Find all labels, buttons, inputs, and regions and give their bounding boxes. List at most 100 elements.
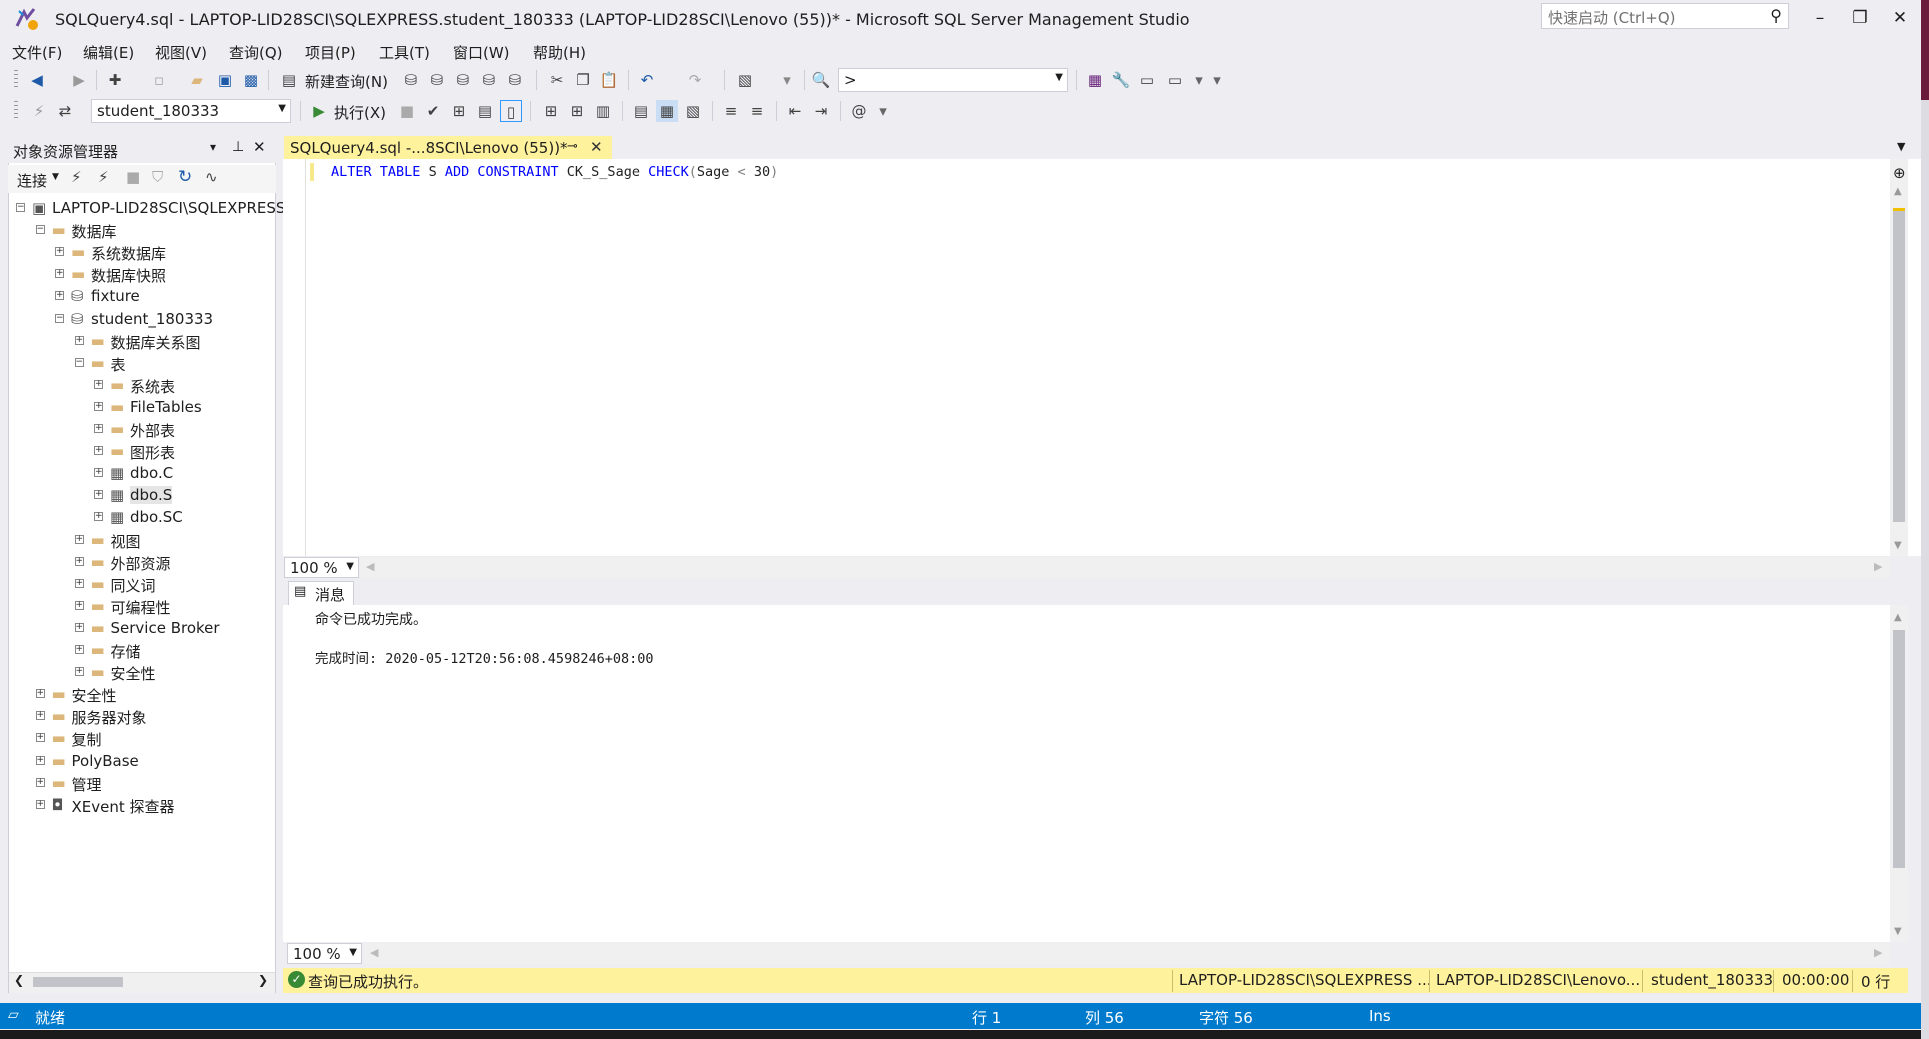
connect-plug-icon[interactable]: ⚡	[28, 100, 50, 122]
expand-icon[interactable]: +	[74, 600, 84, 610]
forward-icon[interactable]: ▶	[68, 69, 90, 91]
collapse-icon[interactable]: −	[55, 313, 64, 323]
expand-icon[interactable]: +	[74, 335, 84, 345]
cancel-query-icon[interactable]: ■	[396, 100, 418, 122]
filter-icon[interactable]: ⛉	[152, 168, 163, 186]
expand-icon[interactable]: +	[94, 379, 103, 389]
sql-editor[interactable]	[283, 159, 1921, 556]
connect-button[interactable]: 连接	[17, 170, 47, 191]
expand-icon[interactable]: +	[35, 711, 45, 721]
expand-icon[interactable]: +	[74, 622, 84, 632]
new-query-icon[interactable]: ▤	[278, 69, 300, 91]
tab-list-chevron-icon[interactable]: ▼	[1897, 140, 1905, 153]
undo-icon[interactable]: ↶	[636, 69, 658, 91]
expand-icon[interactable]: +	[35, 799, 45, 809]
connect-plug-icon[interactable]: ⚡	[71, 168, 82, 186]
change-connection-icon[interactable]: ⇄	[54, 100, 76, 122]
menu-view[interactable]: 视图(V)	[155, 42, 207, 63]
expand-icon[interactable]: +	[55, 269, 64, 279]
expand-icon[interactable]: +	[94, 512, 103, 522]
expand-icon[interactable]: +	[94, 401, 103, 411]
menu-edit[interactable]: 编辑(E)	[83, 42, 134, 63]
new-project-icon[interactable]: ✚	[104, 69, 126, 91]
scroll-left-icon[interactable]: ◀	[366, 560, 374, 573]
expand-icon[interactable]: +	[55, 247, 64, 257]
results-hscrollbar[interactable]	[364, 943, 1890, 964]
menu-query[interactable]: 查询(Q)	[229, 42, 283, 63]
database-engine-query-icon[interactable]: ⛁	[400, 69, 422, 91]
save-all-icon[interactable]: ▩	[240, 69, 262, 91]
expand-icon[interactable]: +	[74, 578, 84, 588]
expand-icon[interactable]: +	[35, 755, 45, 765]
scrollbar-thumb[interactable]	[1893, 208, 1905, 522]
close-tab-icon[interactable]: ✕	[590, 138, 603, 156]
scroll-right-icon[interactable]: ▶	[1874, 946, 1882, 959]
dmx-query-icon[interactable]: ⛁	[452, 69, 474, 91]
menu-file[interactable]: 文件(F)	[12, 42, 62, 63]
scroll-down-icon[interactable]: ▼	[1894, 540, 1902, 551]
results-to-text-icon[interactable]: ▤	[630, 100, 652, 122]
scroll-right-icon[interactable]: ❯	[258, 973, 268, 987]
query-options-icon[interactable]: ▤	[474, 100, 496, 122]
activity-monitor-icon[interactable]: ▧	[734, 69, 756, 91]
collapse-icon[interactable]: −	[35, 225, 45, 235]
mdx-query-icon[interactable]: ⛁	[426, 69, 448, 91]
connect-dropdown-icon[interactable]: ▼	[52, 172, 59, 182]
dropdown-arrow-icon[interactable]: ▾	[776, 69, 798, 91]
scrollbar-thumb[interactable]	[33, 977, 123, 987]
client-statistics-icon[interactable]: ▥	[592, 100, 614, 122]
dax-query-icon[interactable]: ⛁	[504, 69, 526, 91]
open-file-icon[interactable]: ▰	[186, 69, 208, 91]
toolbar-options-icon[interactable]: ▾	[872, 100, 894, 122]
expand-icon[interactable]: +	[35, 689, 45, 699]
toolbar-options-icon[interactable]: ▾	[1206, 69, 1228, 91]
menu-project[interactable]: 项目(P)	[305, 42, 356, 63]
expand-icon[interactable]: +	[94, 446, 103, 456]
uncomment-icon[interactable]: ≡	[746, 100, 768, 122]
include-actual-plan-icon[interactable]: ⊞	[540, 100, 562, 122]
stop-icon[interactable]: ■	[126, 168, 140, 186]
expand-icon[interactable]: +	[94, 490, 103, 500]
display-estimated-plan-icon[interactable]: ⊞	[448, 100, 470, 122]
scroll-down-icon[interactable]: ▼	[1894, 926, 1902, 937]
expand-icon[interactable]: +	[94, 468, 103, 478]
editor-zoom-combo[interactable]: 100 % ▼	[284, 557, 359, 578]
refresh-icon[interactable]: ↻	[178, 167, 192, 187]
toolbar-grip[interactable]	[14, 101, 18, 121]
intellisense-icon[interactable]: ▯	[500, 100, 522, 122]
decrease-indent-icon[interactable]: ⇤	[784, 100, 806, 122]
expand-icon[interactable]: +	[35, 733, 45, 743]
xmla-query-icon[interactable]: ⛁	[478, 69, 500, 91]
redo-icon[interactable]: ↷	[684, 69, 706, 91]
parse-check-icon[interactable]: ✔	[422, 100, 444, 122]
new-query-button[interactable]: 新建查询(N)	[305, 71, 388, 92]
activity-icon[interactable]: ∿	[205, 168, 218, 186]
menu-tools[interactable]: 工具(T)	[379, 42, 430, 63]
pin-icon[interactable]: ⊥	[232, 139, 244, 155]
collapse-icon[interactable]: −	[16, 203, 25, 212]
live-query-stats-icon[interactable]: ⊞	[566, 100, 588, 122]
add-item-icon[interactable]: ▫	[148, 69, 170, 91]
split-window-icon[interactable]: ⊕	[1893, 164, 1906, 182]
expand-icon[interactable]: +	[74, 556, 84, 566]
toolbox-icon[interactable]: ▭	[1136, 69, 1158, 91]
minimize-button[interactable]: –	[1800, 4, 1840, 32]
execute-play-icon[interactable]: ▶	[308, 100, 330, 122]
expand-icon[interactable]: +	[74, 534, 84, 544]
output-window-icon[interactable]: ▱	[8, 1007, 19, 1023]
properties-wrench-icon[interactable]: 🔧	[1110, 69, 1132, 91]
menu-window[interactable]: 窗口(W)	[453, 42, 510, 63]
results-to-file-icon[interactable]: ▧	[682, 100, 704, 122]
expand-icon[interactable]: +	[55, 291, 64, 301]
find-in-files-icon[interactable]: 🔍	[810, 69, 832, 91]
results-to-grid-icon[interactable]: ▦	[656, 100, 678, 122]
scrollbar-thumb[interactable]	[1893, 630, 1905, 868]
sql-code-line[interactable]: ALTER TABLE S ADD CONSTRAINT CK_S_Sage C…	[331, 164, 778, 180]
save-icon[interactable]: ▣	[214, 69, 236, 91]
execute-button[interactable]: 执行(X)	[334, 102, 386, 123]
copy-icon[interactable]: ❐	[572, 69, 594, 91]
scroll-left-icon[interactable]: ❮	[14, 973, 24, 987]
menu-help[interactable]: 帮助(H)	[533, 42, 586, 63]
paste-icon[interactable]: 📋	[598, 69, 620, 91]
scroll-right-icon[interactable]: ▶	[1874, 560, 1882, 573]
